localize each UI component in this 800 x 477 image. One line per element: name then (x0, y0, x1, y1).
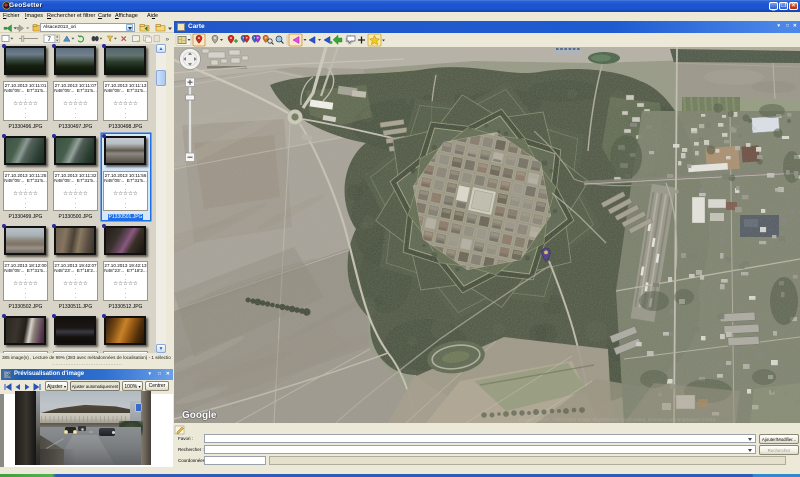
svg-text:»: » (166, 36, 170, 43)
svg-text:Google: Google (182, 410, 217, 421)
svg-text:Images ©2013 , CNES/Spot Image: Images ©2013 , CNES/Spot Image, DigitalG… (519, 416, 716, 422)
